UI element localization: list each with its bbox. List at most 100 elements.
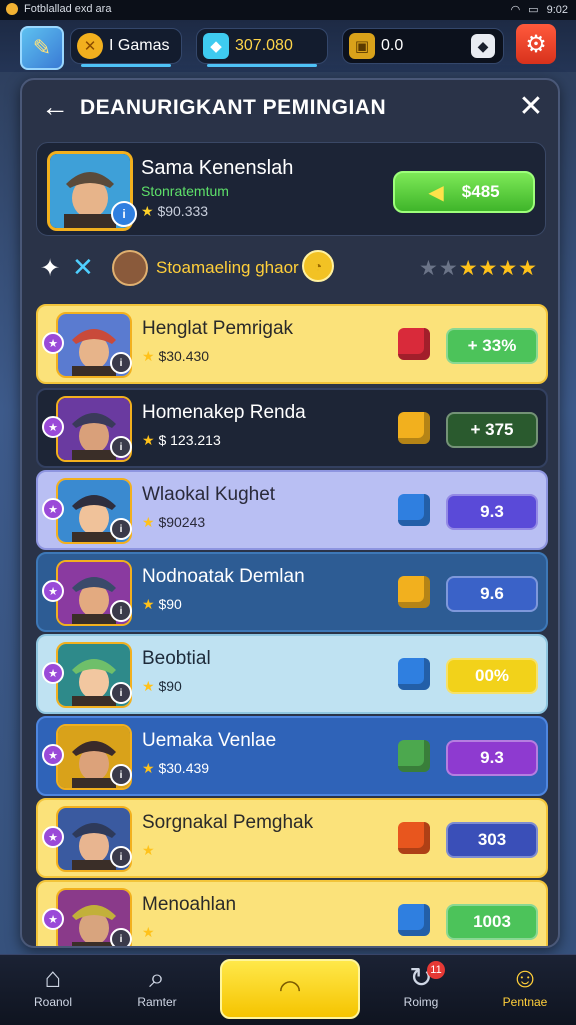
add-coins-icon[interactable]: ◆ bbox=[471, 34, 495, 58]
player-stats: ★ $90243 bbox=[142, 514, 205, 531]
headset-icon: ◠ bbox=[278, 973, 302, 1004]
status-app-text: Fotblallad exd ara bbox=[24, 3, 112, 15]
table-row[interactable]: ★ i Menoahlan ★ 1003 bbox=[36, 880, 548, 946]
panel-title: DEANURIGKANT PEMINGIAN bbox=[80, 96, 387, 119]
level-badge: i bbox=[110, 682, 132, 704]
star-icon: ★ bbox=[142, 760, 155, 776]
star-icon: ★★ bbox=[419, 257, 459, 280]
crossed-tools-icon[interactable]: ✕ bbox=[72, 252, 94, 283]
level-badge: i bbox=[110, 518, 132, 540]
refresh-icon: ↻ bbox=[409, 962, 433, 993]
gems-value: 307.080 bbox=[235, 37, 293, 54]
player-name: Uemaka Venlae bbox=[142, 730, 277, 751]
nav-home[interactable]: ⌂ Roanol bbox=[8, 961, 98, 1019]
player-score[interactable]: 9.3 bbox=[446, 494, 538, 530]
player-name: Homenakep Renda bbox=[142, 402, 306, 423]
gems-pill[interactable]: ◆ 307.080 bbox=[196, 28, 328, 67]
star-icon: ★ bbox=[142, 924, 155, 940]
bottom-nav: ⌂ Roanol ⌕ Ramter ◠ ↻ 11 Roimg ☺ Pentnae bbox=[0, 954, 576, 1025]
battery-icon: ▭ bbox=[528, 4, 539, 16]
challenge-value: $485 bbox=[461, 182, 500, 201]
level-badge: i bbox=[110, 928, 132, 946]
level-badge: i bbox=[110, 846, 132, 868]
coins-value: 0.0 bbox=[381, 37, 404, 54]
filter-avatar[interactable] bbox=[112, 250, 148, 286]
search-icon: ⌕ bbox=[149, 962, 165, 993]
coins-pill[interactable]: ▣ 0.0 ◆ bbox=[342, 28, 504, 64]
player-name: Nodnoatak Demlan bbox=[142, 566, 305, 587]
player-score[interactable]: + 33% bbox=[446, 328, 538, 364]
my-player-card[interactable]: i Sama Kenenslah Stonratemtum ★ $90.333 … bbox=[36, 142, 546, 236]
filter-label: Stoamaeling ghaor bbox=[156, 258, 299, 277]
star-badge-icon: ★ bbox=[42, 908, 64, 930]
table-row[interactable]: ★ i Sorgnakal Pemghak ★ 303 bbox=[36, 798, 548, 878]
player-name: Menoahlan bbox=[142, 894, 237, 915]
star-rating[interactable]: ★★★★★★ bbox=[419, 256, 538, 281]
leaderboard-panel: ← DEANURIGKANT PEMINGIAN ✕ i Sama Kenens… bbox=[20, 78, 560, 948]
star-badge-icon: ★ bbox=[42, 744, 64, 766]
gem-icon: ◆ bbox=[203, 33, 229, 59]
swords-icon: ✕ bbox=[77, 33, 103, 59]
dice-icon bbox=[398, 822, 430, 854]
table-row[interactable]: ★ i Wlaokal Kughet ★ $90243 9.3 bbox=[36, 470, 548, 550]
nav-ranking[interactable]: ↻ 11 Roimg bbox=[376, 961, 466, 1019]
table-row[interactable]: ★ i Henglat Pemrigak ★ $30.430 + 33% bbox=[36, 304, 548, 384]
player-score[interactable]: 1003 bbox=[446, 904, 538, 940]
table-row[interactable]: ★ i Nodnoatak Demlan ★ $90 9.6 bbox=[36, 552, 548, 632]
games-pill[interactable]: ✕ I Gamas bbox=[70, 28, 182, 67]
star-badge-icon: ★ bbox=[42, 332, 64, 354]
send-arrow-icon: ◀ bbox=[428, 181, 444, 204]
star-icon: ★ bbox=[141, 203, 154, 219]
player-stats: ★ bbox=[142, 842, 155, 859]
table-row[interactable]: ★ i Beobtial ★ $90 00% bbox=[36, 634, 548, 714]
challenge-button[interactable]: ◀ $485 bbox=[393, 171, 535, 213]
settings-button[interactable]: ⚙ bbox=[516, 24, 556, 64]
notification-badge: 11 bbox=[427, 961, 445, 979]
nav-search[interactable]: ⌕ Ramter bbox=[112, 961, 202, 1019]
coin-icon[interactable]: ◔ bbox=[302, 250, 334, 282]
my-player-stats-value: $90.333 bbox=[157, 203, 209, 219]
player-score[interactable]: + 375 bbox=[446, 412, 538, 448]
treasure-icon: ▣ bbox=[349, 33, 375, 59]
dice-icon bbox=[398, 658, 430, 690]
star-badge-icon: ★ bbox=[42, 580, 64, 602]
star-icon: ★★★★ bbox=[458, 257, 538, 280]
sparkle-icon[interactable]: ✦ bbox=[40, 254, 60, 283]
app-icon bbox=[6, 3, 18, 15]
star-icon: ★ bbox=[142, 842, 155, 858]
player-stats: ★ bbox=[142, 924, 155, 941]
player-stats: ★ $90 bbox=[142, 678, 182, 695]
dice-icon bbox=[398, 494, 430, 526]
player-stats-value: $ 123.213 bbox=[158, 432, 221, 448]
player-stats: ★ $ 123.213 bbox=[142, 432, 221, 449]
close-icon[interactable]: ✕ bbox=[514, 90, 548, 124]
player-level-badge: i bbox=[111, 201, 137, 227]
table-row[interactable]: ★ i Uemaka Venlae ★ $30.439 9.3 bbox=[36, 716, 548, 796]
panel-header: ← DEANURIGKANT PEMINGIAN ✕ bbox=[22, 80, 558, 136]
player-score[interactable]: 9.6 bbox=[446, 576, 538, 612]
star-icon: ★ bbox=[142, 432, 155, 448]
back-arrow-icon[interactable]: ← bbox=[38, 90, 72, 124]
star-badge-icon: ★ bbox=[42, 826, 64, 848]
table-row[interactable]: ★ i Homenakep Renda ★ $ 123.213 + 375 bbox=[36, 388, 548, 468]
games-underline bbox=[81, 64, 171, 67]
player-stats-value: $30.439 bbox=[158, 760, 210, 776]
player-name: Sorgnakal Pemghak bbox=[142, 812, 314, 833]
play-button[interactable]: ◠ bbox=[220, 959, 360, 1019]
pencil-icon[interactable]: ✎ bbox=[20, 26, 64, 70]
status-bar: Fotblallad exd ara ◠ ▭ 9:02 bbox=[0, 0, 576, 20]
player-score[interactable]: 00% bbox=[446, 658, 538, 694]
player-score[interactable]: 303 bbox=[446, 822, 538, 858]
nav-profile[interactable]: ☺ Pentnae bbox=[480, 961, 570, 1019]
dice-icon bbox=[398, 412, 430, 444]
nav-ranking-label: Roimg bbox=[403, 995, 439, 1009]
dice-icon bbox=[398, 740, 430, 772]
level-badge: i bbox=[110, 600, 132, 622]
player-stats-value: $90 bbox=[158, 596, 182, 612]
gear-icon: ⚙ bbox=[525, 30, 547, 58]
player-score[interactable]: 9.3 bbox=[446, 740, 538, 776]
player-stats: ★ $30.430 bbox=[142, 348, 209, 365]
nav-search-label: Ramter bbox=[137, 995, 177, 1009]
star-icon: ★ bbox=[142, 596, 155, 612]
player-stats-value: $30.430 bbox=[158, 348, 210, 364]
